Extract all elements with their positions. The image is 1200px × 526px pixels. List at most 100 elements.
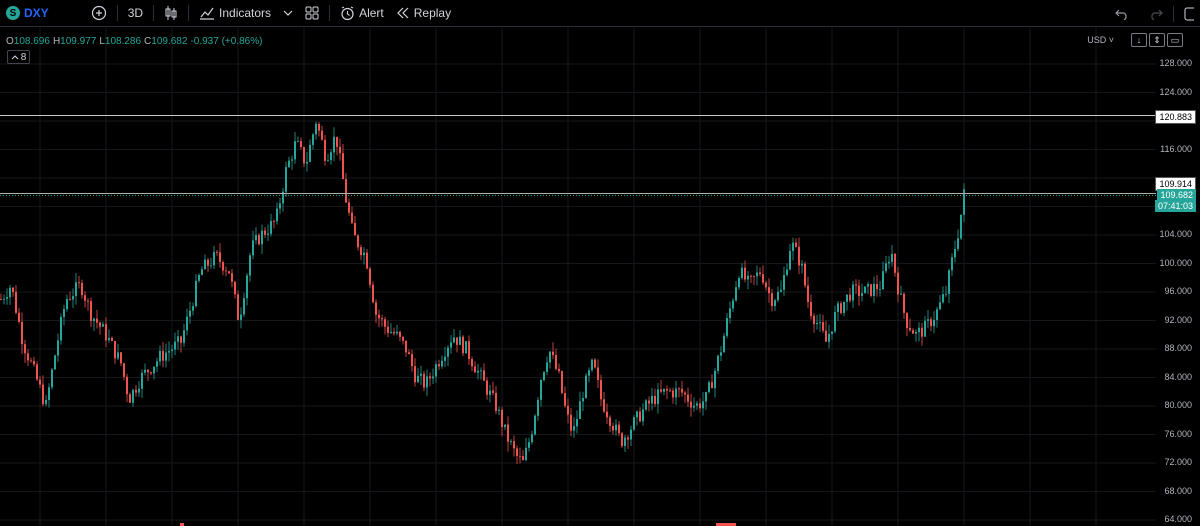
- candle-body: [141, 372, 143, 389]
- candle-body: [732, 300, 734, 309]
- price-axis-tick: 88.000: [1164, 343, 1192, 353]
- candle-body: [930, 319, 932, 327]
- candle-body: [135, 389, 137, 393]
- redo-icon: [1149, 8, 1163, 20]
- candle-body: [759, 272, 761, 275]
- candle-body: [450, 342, 452, 348]
- close-value: 109.682: [151, 36, 188, 47]
- candle-body: [774, 300, 776, 307]
- candle-body: [30, 360, 32, 362]
- candlestick-icon: [164, 5, 178, 21]
- candle-body: [126, 376, 128, 395]
- replay-label: Replay: [413, 6, 452, 20]
- candle-body: [534, 415, 536, 435]
- toolbar-divider: [1173, 5, 1174, 22]
- candle-body: [273, 220, 275, 222]
- undo-button[interactable]: [1109, 0, 1135, 27]
- candle-body: [693, 405, 695, 408]
- move-down-button[interactable]: ↓: [1131, 33, 1147, 47]
- candle-body: [345, 179, 347, 203]
- candle-body: [348, 202, 350, 213]
- candle-body: [894, 253, 896, 273]
- candle-body: [225, 270, 227, 272]
- candle-body: [33, 361, 35, 365]
- price-axis-tick: 64.000: [1164, 514, 1192, 524]
- window-icon: [1184, 7, 1194, 21]
- chart-pane[interactable]: [0, 28, 1200, 526]
- candle-body: [171, 349, 173, 352]
- candle-body: [447, 347, 449, 357]
- candle-body: [654, 395, 656, 405]
- candle-body: [711, 382, 713, 389]
- compare-symbol-button[interactable]: [85, 0, 113, 27]
- candle-body: [525, 447, 527, 461]
- candle-body: [249, 255, 251, 276]
- candle-body: [540, 380, 542, 400]
- collapse-pane-button[interactable]: ⇕: [1149, 33, 1165, 47]
- timeframe-label: 3D: [127, 6, 144, 20]
- candle-body: [111, 337, 113, 341]
- candle-body: [663, 388, 665, 392]
- candle-body: [780, 289, 782, 292]
- candle-body: [807, 285, 809, 303]
- collapse-indicators-button[interactable]: 8: [7, 50, 30, 64]
- price-axis-tick: 84.000: [1164, 371, 1192, 382]
- symbol-selector[interactable]: S DXY: [0, 0, 55, 27]
- redo-button[interactable]: [1143, 0, 1169, 27]
- candle-body: [288, 160, 290, 168]
- candle-body: [861, 293, 863, 296]
- candle-body: [594, 359, 596, 368]
- indicators-dropdown[interactable]: [277, 0, 299, 27]
- candle-body: [624, 437, 626, 447]
- candle-body: [702, 401, 704, 409]
- candle-body: [504, 424, 506, 428]
- candle-body: [243, 298, 245, 315]
- currency-selector[interactable]: USD ˅: [1087, 35, 1114, 45]
- chart-type-button[interactable]: [158, 0, 184, 27]
- candle-body: [18, 312, 20, 322]
- layout-button[interactable]: [1178, 0, 1200, 27]
- candle-body: [771, 293, 773, 307]
- candle-body: [102, 324, 104, 327]
- candle-body: [903, 293, 905, 313]
- candle-body: [501, 409, 503, 428]
- open-key: O: [6, 36, 14, 47]
- alert-button[interactable]: Alert: [334, 0, 390, 27]
- candle-body: [489, 390, 491, 395]
- candle-body: [468, 341, 470, 359]
- price-axis-tick: 124.000: [1159, 86, 1192, 97]
- candle-body: [429, 376, 431, 379]
- candle-body: [939, 302, 941, 310]
- indicators-button[interactable]: Indicators: [193, 0, 277, 27]
- candle-body: [432, 376, 434, 379]
- candle-body: [354, 222, 356, 236]
- candle-body: [696, 403, 698, 406]
- timeframe-button[interactable]: 3D: [122, 0, 149, 27]
- candle-body: [291, 159, 293, 161]
- candle-body: [9, 287, 11, 298]
- templates-button[interactable]: [299, 0, 325, 27]
- candle-body: [75, 282, 77, 297]
- candle-body: [690, 401, 692, 408]
- candle-body: [954, 248, 956, 258]
- candle-body: [231, 273, 233, 282]
- candle-body: [612, 425, 614, 431]
- replay-button[interactable]: Replay: [390, 0, 457, 27]
- candle-body: [900, 293, 902, 295]
- countdown-tag: 07:41:03: [1154, 200, 1196, 212]
- indicator-count: 8: [20, 51, 27, 63]
- candle-body: [597, 367, 599, 381]
- maximize-pane-button[interactable]: ▭: [1167, 33, 1183, 47]
- collapse-icon: ⇕: [1153, 34, 1161, 45]
- candle-body: [768, 287, 770, 294]
- candle-body: [39, 379, 41, 385]
- symbol-label: DXY: [24, 6, 49, 20]
- candle-body: [153, 366, 155, 374]
- candle-body: [714, 370, 716, 389]
- candle-body: [498, 409, 500, 412]
- candle-body: [300, 140, 302, 147]
- alert-label: Alert: [359, 6, 384, 20]
- rewind-icon: [396, 7, 410, 19]
- price-chart[interactable]: [0, 28, 1200, 526]
- price-axis-tick: 100.000: [1159, 257, 1192, 268]
